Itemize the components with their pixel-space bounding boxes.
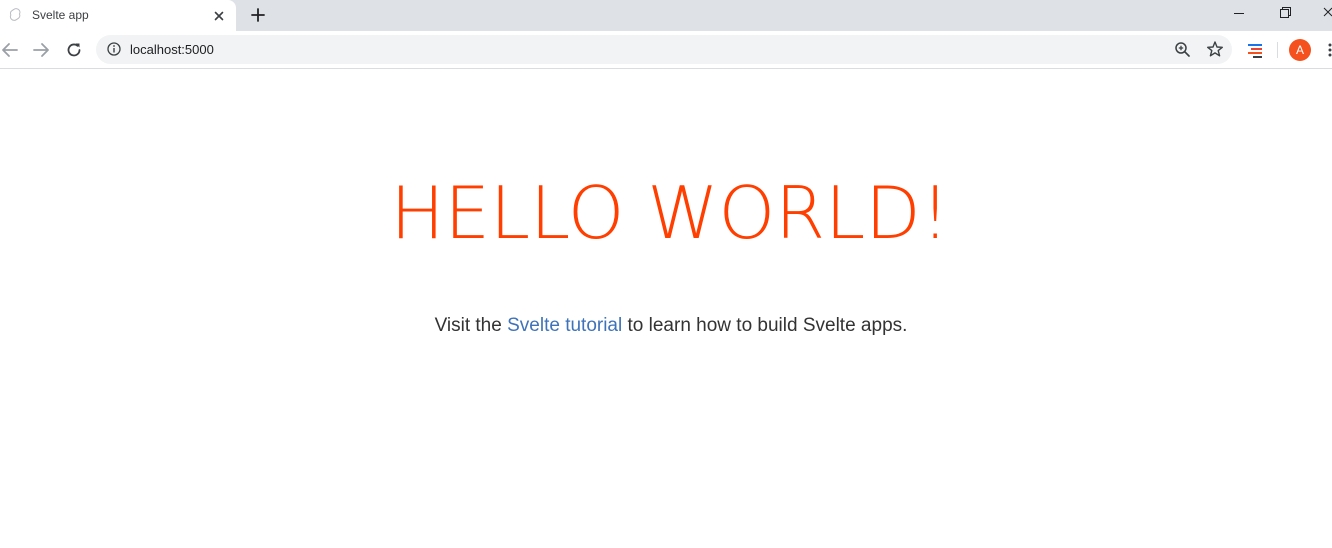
- info-icon[interactable]: [107, 42, 121, 56]
- tab-title: Svelte app: [32, 8, 89, 22]
- close-window-icon[interactable]: [1318, 4, 1332, 22]
- arrow-right-icon[interactable]: [31, 40, 51, 60]
- browser-tab[interactable]: Svelte app: [0, 0, 236, 31]
- svelte-tutorial-link[interactable]: Svelte tutorial: [507, 315, 622, 336]
- url-text[interactable]: localhost:5000: [130, 42, 214, 57]
- tab-strip: Svelte app: [0, 0, 1332, 31]
- intro-paragraph: Visit the Svelte tutorial to learn how t…: [0, 315, 1332, 337]
- reload-icon[interactable]: [64, 40, 84, 60]
- zoom-icon[interactable]: [1174, 41, 1191, 58]
- more-vert-icon[interactable]: [1323, 40, 1332, 60]
- svelte-icon: [9, 8, 21, 21]
- minimize-icon[interactable]: [1228, 4, 1250, 22]
- restore-icon[interactable]: [1274, 4, 1296, 22]
- toolbar-divider: [1277, 42, 1278, 58]
- intro-text-before: Visit the: [434, 315, 508, 336]
- page-heading: HELLO WORLD!: [390, 171, 950, 255]
- arrow-left-icon[interactable]: [0, 40, 20, 60]
- browser-toolbar: localhost:5000 A: [0, 31, 1332, 69]
- close-icon[interactable]: [211, 8, 227, 24]
- plus-icon[interactable]: [248, 5, 268, 25]
- address-bar[interactable]: localhost:5000: [96, 35, 1232, 64]
- extension-icon[interactable]: [1245, 40, 1265, 60]
- star-icon[interactable]: [1206, 40, 1224, 58]
- profile-avatar[interactable]: A: [1289, 39, 1311, 61]
- intro-text-after: to learn how to build Svelte apps.: [622, 315, 908, 336]
- page-content: HELLO WORLD! Visit the Svelte tutorial t…: [0, 70, 1332, 548]
